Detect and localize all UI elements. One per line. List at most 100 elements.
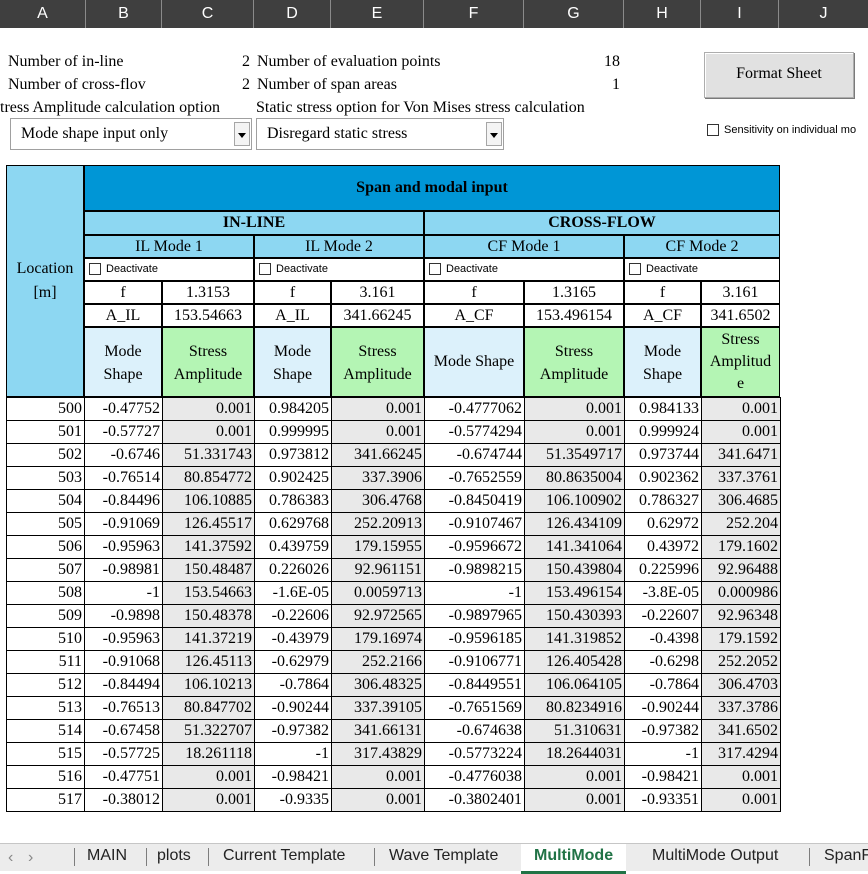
location-cell[interactable]: 500 bbox=[6, 397, 85, 421]
table-cell[interactable]: -0.22606 bbox=[254, 604, 332, 628]
table-cell[interactable]: 0.001 bbox=[331, 420, 425, 444]
table-cell[interactable]: 179.1602 bbox=[701, 535, 781, 559]
table-cell[interactable]: 0.225996 bbox=[624, 558, 702, 582]
table-cell[interactable]: 141.341064 bbox=[524, 535, 625, 559]
table-cell[interactable]: 0.001 bbox=[162, 765, 255, 789]
table-cell[interactable]: 337.3761 bbox=[701, 466, 781, 490]
table-cell[interactable]: -1 bbox=[84, 581, 163, 605]
table-cell[interactable]: -0.9107467 bbox=[424, 512, 525, 536]
table-cell[interactable]: 0.000986 bbox=[701, 581, 781, 605]
table-cell[interactable]: 0.43972 bbox=[624, 535, 702, 559]
table-cell[interactable]: 0.62972 bbox=[624, 512, 702, 536]
table-cell[interactable]: 317.43829 bbox=[331, 742, 425, 766]
tab-main[interactable]: MAIN bbox=[87, 844, 127, 871]
table-cell[interactable]: 0.001 bbox=[331, 788, 425, 812]
table-cell[interactable]: 337.3786 bbox=[701, 696, 781, 720]
table-cell[interactable]: 0.001 bbox=[331, 765, 425, 789]
table-cell[interactable]: 317.4294 bbox=[701, 742, 781, 766]
table-cell[interactable]: 0.001 bbox=[162, 397, 255, 421]
table-cell[interactable]: 337.39105 bbox=[331, 696, 425, 720]
table-cell[interactable]: 0.902425 bbox=[254, 466, 332, 490]
table-cell[interactable]: 126.434109 bbox=[524, 512, 625, 536]
table-cell[interactable]: -0.9596672 bbox=[424, 535, 525, 559]
format-sheet-button[interactable]: Format Sheet bbox=[704, 52, 854, 98]
span-areas-value[interactable]: 1 bbox=[560, 74, 620, 96]
table-cell[interactable]: -0.91069 bbox=[84, 512, 163, 536]
table-cell[interactable]: 0.973812 bbox=[254, 443, 332, 467]
chevron-down-icon[interactable] bbox=[234, 122, 250, 146]
table-cell[interactable]: -0.6746 bbox=[84, 443, 163, 467]
inline-count-value[interactable]: 2 bbox=[200, 51, 250, 73]
table-cell[interactable]: -0.3802401 bbox=[424, 788, 525, 812]
location-cell[interactable]: 509 bbox=[6, 604, 85, 628]
table-cell[interactable]: -0.9898215 bbox=[424, 558, 525, 582]
deactivate-checkbox[interactable] bbox=[629, 263, 641, 275]
table-cell[interactable]: -0.90244 bbox=[254, 696, 332, 720]
table-cell[interactable]: -0.93351 bbox=[624, 788, 702, 812]
table-cell[interactable]: -1 bbox=[424, 581, 525, 605]
table-cell[interactable]: 0.001 bbox=[701, 788, 781, 812]
location-cell[interactable]: 510 bbox=[6, 627, 85, 651]
table-cell[interactable]: -0.6298 bbox=[624, 650, 702, 674]
table-cell[interactable]: 0.629768 bbox=[254, 512, 332, 536]
column-header-f[interactable]: F bbox=[424, 0, 524, 28]
location-cell[interactable]: 504 bbox=[6, 489, 85, 513]
table-cell[interactable]: 0.984133 bbox=[624, 397, 702, 421]
table-cell[interactable]: 80.8635004 bbox=[524, 466, 625, 490]
table-cell[interactable]: 153.54663 bbox=[162, 581, 255, 605]
scroll-right-icon[interactable]: › bbox=[28, 846, 33, 873]
table-cell[interactable]: 80.847702 bbox=[162, 696, 255, 720]
tab-wave-template[interactable]: Wave Template bbox=[389, 844, 498, 871]
table-cell[interactable]: -0.9897965 bbox=[424, 604, 525, 628]
column-header-g[interactable]: G bbox=[524, 0, 624, 28]
table-cell[interactable]: 51.3549717 bbox=[524, 443, 625, 467]
table-cell[interactable]: 341.6502 bbox=[701, 719, 781, 743]
location-cell[interactable]: 505 bbox=[6, 512, 85, 536]
location-cell[interactable]: 502 bbox=[6, 443, 85, 467]
table-cell[interactable]: 0.0059713 bbox=[331, 581, 425, 605]
table-cell[interactable]: -0.7864 bbox=[254, 673, 332, 697]
table-cell[interactable]: -0.674744 bbox=[424, 443, 525, 467]
table-cell[interactable]: -0.76514 bbox=[84, 466, 163, 490]
location-cell[interactable]: 515 bbox=[6, 742, 85, 766]
deactivate-checkbox[interactable] bbox=[259, 263, 271, 275]
tab-spanf[interactable]: SpanF bbox=[824, 844, 868, 871]
table-cell[interactable]: 153.496154 bbox=[524, 581, 625, 605]
table-cell[interactable]: 306.4703 bbox=[701, 673, 781, 697]
static-stress-dropdown[interactable]: Disregard static stress bbox=[256, 118, 504, 150]
table-cell[interactable]: 0.001 bbox=[524, 788, 625, 812]
table-cell[interactable]: -0.9335 bbox=[254, 788, 332, 812]
f-value[interactable]: 3.161 bbox=[701, 281, 780, 304]
table-cell[interactable]: -0.674638 bbox=[424, 719, 525, 743]
table-cell[interactable]: 0.786327 bbox=[624, 489, 702, 513]
table-cell[interactable]: 92.96488 bbox=[701, 558, 781, 582]
tab-multimode-output[interactable]: MultiMode Output bbox=[652, 844, 778, 871]
table-cell[interactable]: 0.001 bbox=[162, 788, 255, 812]
table-cell[interactable]: 0.001 bbox=[524, 397, 625, 421]
column-header-a[interactable]: A bbox=[0, 0, 86, 28]
table-cell[interactable]: 106.10885 bbox=[162, 489, 255, 513]
table-cell[interactable]: 252.2052 bbox=[701, 650, 781, 674]
column-header-d[interactable]: D bbox=[254, 0, 331, 28]
table-cell[interactable]: 0.001 bbox=[701, 397, 781, 421]
table-cell[interactable]: -0.9898 bbox=[84, 604, 163, 628]
table-cell[interactable]: -0.4776038 bbox=[424, 765, 525, 789]
table-cell[interactable]: -0.97382 bbox=[624, 719, 702, 743]
table-cell[interactable]: 0.001 bbox=[162, 420, 255, 444]
table-cell[interactable]: 0.999995 bbox=[254, 420, 332, 444]
column-header-j[interactable]: J bbox=[779, 0, 868, 28]
f-value[interactable]: 3.161 bbox=[331, 281, 424, 304]
location-cell[interactable]: 501 bbox=[6, 420, 85, 444]
table-cell[interactable]: -1 bbox=[254, 742, 332, 766]
location-cell[interactable]: 508 bbox=[6, 581, 85, 605]
table-cell[interactable]: 0.902362 bbox=[624, 466, 702, 490]
table-cell[interactable]: 141.37592 bbox=[162, 535, 255, 559]
table-cell[interactable]: -0.5774294 bbox=[424, 420, 525, 444]
table-cell[interactable]: -0.98421 bbox=[624, 765, 702, 789]
table-cell[interactable]: 106.064105 bbox=[524, 673, 625, 697]
table-cell[interactable]: 126.45517 bbox=[162, 512, 255, 536]
table-cell[interactable]: -0.91068 bbox=[84, 650, 163, 674]
table-cell[interactable]: -0.9106771 bbox=[424, 650, 525, 674]
table-cell[interactable]: 0.001 bbox=[701, 765, 781, 789]
table-cell[interactable]: 80.8234916 bbox=[524, 696, 625, 720]
